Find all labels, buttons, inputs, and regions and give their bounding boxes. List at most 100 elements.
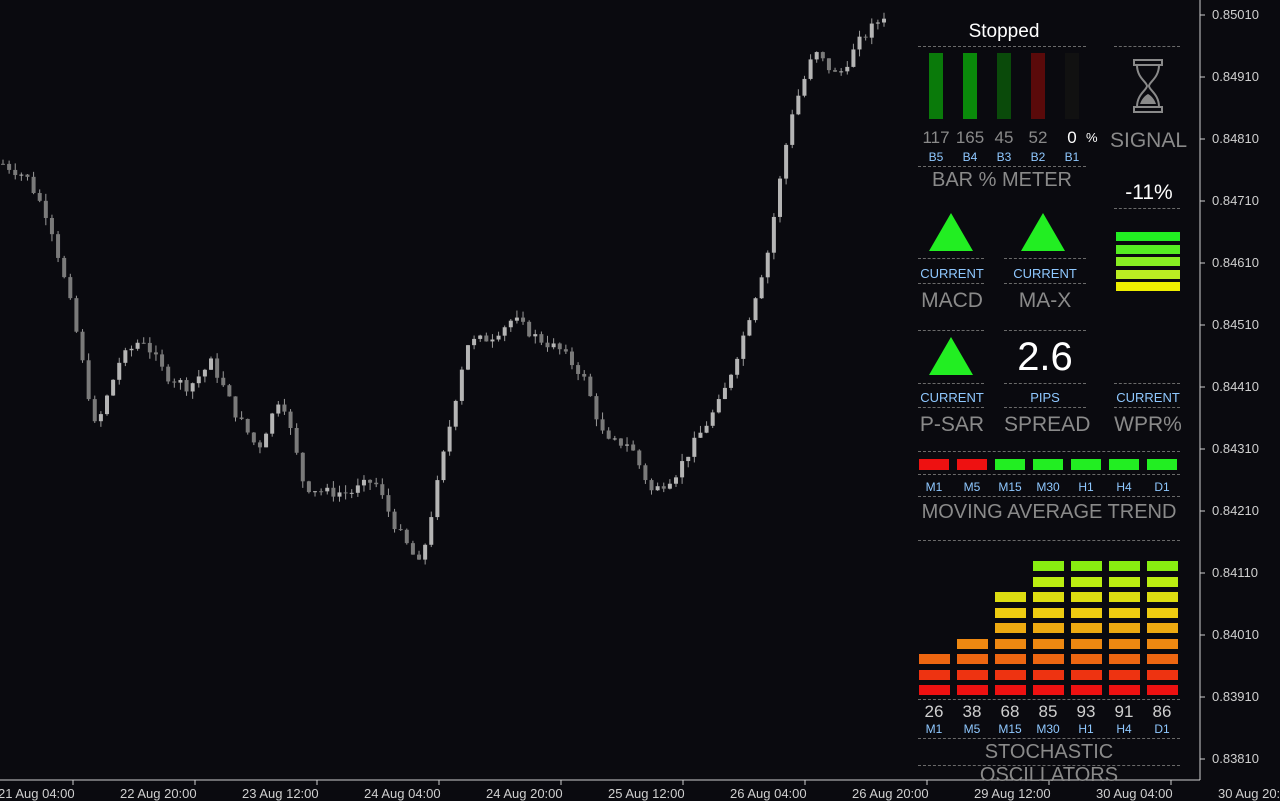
stochastic-segment	[995, 592, 1026, 602]
candle-body	[160, 354, 165, 367]
candle-body	[796, 95, 801, 115]
candle-body	[704, 425, 709, 433]
stochastic-segment	[1033, 561, 1064, 571]
wpr-segment	[1116, 244, 1180, 254]
price-tick-label: 0.84810	[1212, 131, 1259, 146]
bar-meter-value: 52	[1028, 128, 1048, 147]
bar-meter-value: 0	[1067, 128, 1077, 147]
price-tick-label: 0.84610	[1212, 255, 1259, 270]
bar-meter-label: B2	[1030, 150, 1046, 164]
price-tick-label: 0.84910	[1212, 69, 1259, 84]
candle-body	[49, 217, 54, 235]
stochastic-segment	[957, 638, 988, 649]
stochastic-segment	[1071, 638, 1102, 649]
candle-body	[741, 335, 746, 359]
bar-meter-value: 165	[955, 128, 985, 147]
stochastic-segment	[995, 669, 1026, 680]
candle-body	[771, 216, 776, 253]
candle-body	[882, 18, 886, 23]
stochastic-segment	[1033, 576, 1064, 587]
spread-value: 2.6	[1017, 335, 1073, 379]
candle-body	[747, 320, 752, 336]
stochastic-segment	[957, 654, 988, 664]
bar-meter-value: 45	[994, 128, 1014, 147]
stochastic-segment	[1147, 623, 1178, 633]
price-tick-label: 0.84010	[1212, 627, 1259, 642]
candle-body	[820, 52, 825, 59]
candle-body	[857, 36, 862, 50]
stochastic-segment	[919, 669, 950, 680]
wpr-segment	[1116, 257, 1180, 266]
stochastic-segment	[1033, 607, 1064, 618]
stochastic-segment	[1147, 654, 1178, 664]
stochastic-segment	[1109, 685, 1140, 695]
stochastic-value: 93	[1076, 702, 1096, 721]
candle-body	[563, 349, 568, 352]
candle-body	[374, 482, 379, 485]
stochastic-segment	[1147, 685, 1178, 695]
candle-body	[759, 277, 764, 299]
candle-body	[417, 554, 422, 560]
candle-body	[386, 495, 391, 512]
stochastic-segment	[1033, 685, 1064, 695]
candle-body	[508, 320, 513, 328]
candle-body	[325, 487, 330, 492]
stochastic-segment	[1147, 638, 1178, 649]
stochastic-segment	[1071, 654, 1102, 664]
bar-meter-label: B3	[996, 150, 1012, 164]
candle-body	[521, 317, 526, 322]
stochastic-segment	[1109, 576, 1140, 587]
stochastic-segment	[1033, 592, 1064, 602]
candle-body	[441, 451, 446, 481]
bar-meter-bar	[1065, 53, 1079, 119]
stochastic-segment	[1033, 623, 1064, 633]
time-tick-label: 26 Aug 20:00	[852, 786, 929, 801]
stochastic-segment	[995, 623, 1026, 633]
candle-body	[13, 169, 18, 176]
wpr-current-label: CURRENT	[1116, 390, 1180, 405]
candle-body	[123, 350, 128, 363]
candle-body	[875, 22, 880, 24]
candle-body	[306, 481, 311, 493]
candle-body	[178, 380, 183, 383]
ma-trend-box	[1109, 459, 1139, 470]
indicator-panel: Stopped 117 165 45 52 0% B5 B4 B3 B2 B1 BAR % ME…	[900, 0, 1200, 786]
candle-body	[190, 383, 195, 392]
candle-body	[68, 277, 73, 299]
candle-body	[502, 327, 507, 336]
candle-body	[111, 379, 116, 396]
candle-body	[74, 298, 79, 332]
price-tick-label: 0.83810	[1212, 751, 1259, 766]
candle-body	[361, 479, 366, 486]
ma-trend-box	[919, 459, 949, 470]
candle-body	[410, 543, 415, 555]
candle-body	[392, 511, 397, 530]
candle-body	[496, 335, 501, 340]
price-tick-label: 0.84110	[1212, 565, 1259, 580]
stochastic-segment	[995, 638, 1026, 649]
stochastic-value: 26	[924, 702, 944, 721]
candle-body	[43, 200, 48, 218]
candle-body	[233, 396, 238, 418]
ma-trend-label: M30	[1036, 480, 1060, 494]
ma-trend-title: MOVING AVERAGE TREND	[921, 501, 1177, 523]
candle-body	[404, 529, 409, 544]
candle-body	[784, 144, 789, 179]
stochastic-segment	[1147, 561, 1178, 571]
candle-body	[398, 529, 403, 531]
stochastic-segment	[919, 654, 950, 664]
stochastic-segment	[1033, 638, 1064, 649]
candle-body	[833, 70, 838, 72]
stochastic-segment	[1109, 623, 1140, 633]
hourglass-icon	[1133, 59, 1163, 113]
stochastic-segment	[1071, 576, 1102, 587]
candle-body	[582, 373, 587, 377]
candle-body	[753, 298, 758, 321]
candle-body	[680, 461, 685, 478]
candle-body	[153, 352, 158, 355]
candle-body	[19, 174, 24, 176]
stochastic-segment	[1033, 669, 1064, 680]
candle-body	[790, 114, 795, 145]
status-text: Stopped	[968, 21, 1040, 42]
max-up-triangle-icon	[1021, 213, 1065, 251]
